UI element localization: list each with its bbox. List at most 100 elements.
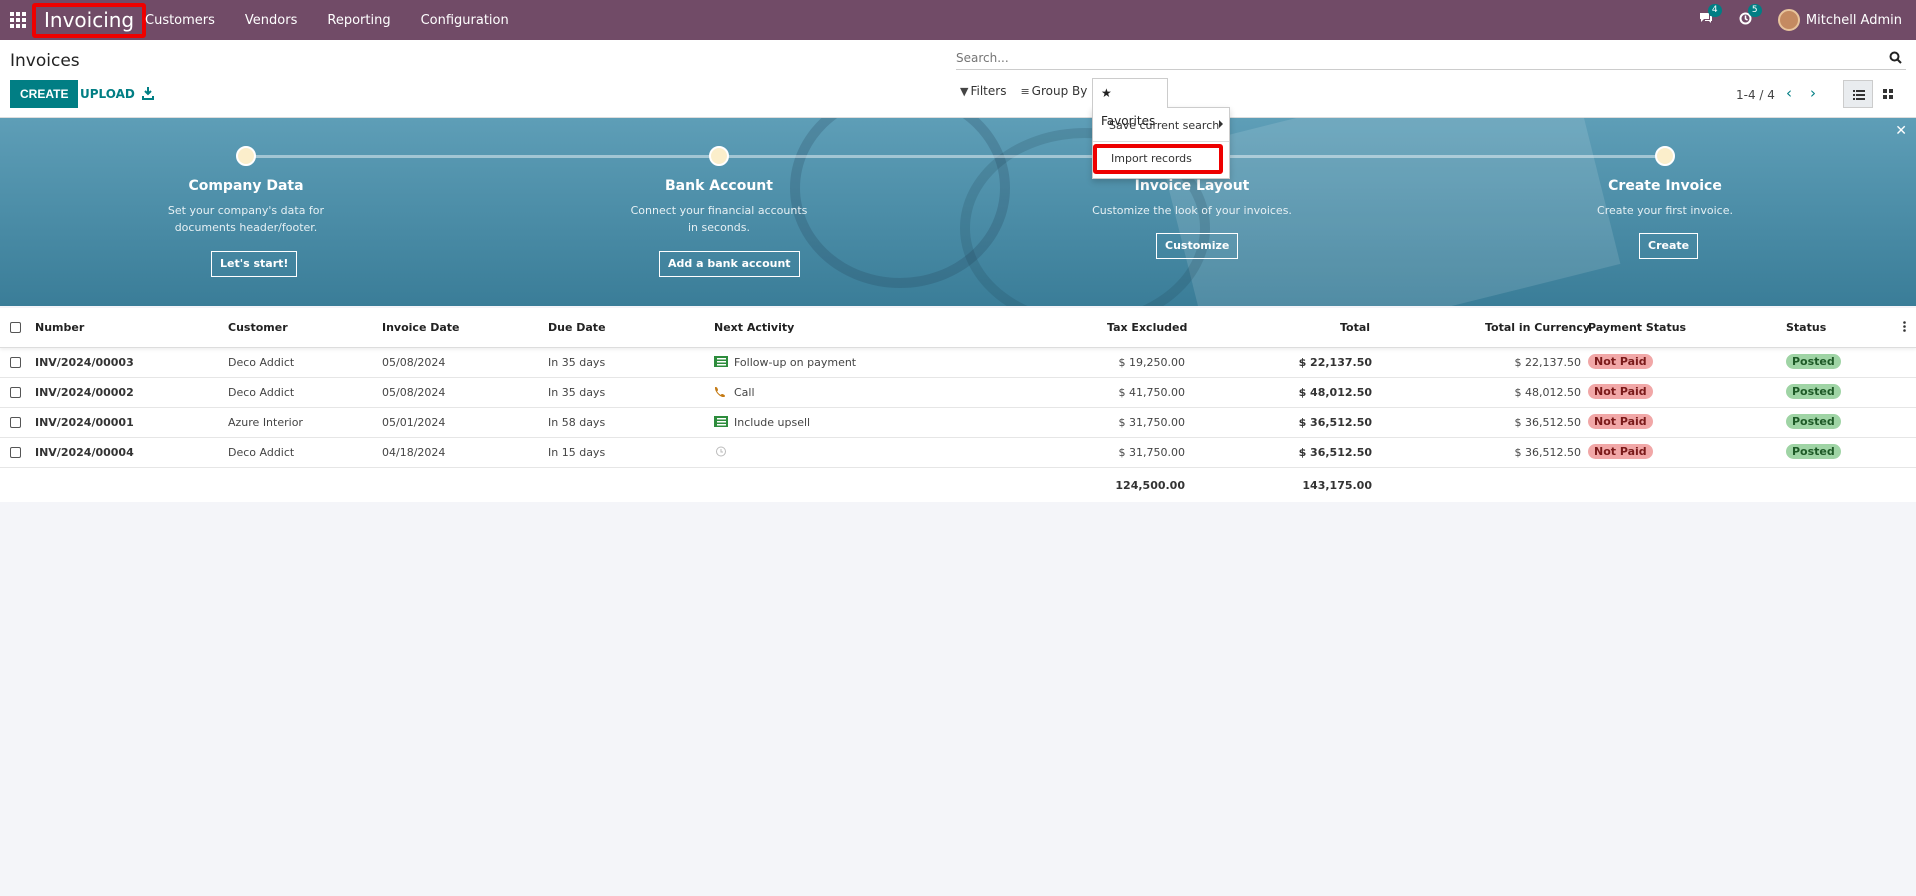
- filter-icon: ▼: [960, 84, 969, 98]
- table-row[interactable]: INV/2024/00002 Deco Addict 05/08/2024 In…: [0, 378, 1916, 408]
- invoice-date: 04/18/2024: [382, 446, 446, 459]
- activities-button[interactable]: 5: [1739, 3, 1762, 29]
- pager-next-icon[interactable]: ›: [1810, 84, 1816, 102]
- invoice-number: INV/2024/00003: [35, 356, 134, 369]
- search-icon[interactable]: [1889, 51, 1902, 64]
- main-menu: Customers Vendors Reporting Configuratio…: [130, 0, 524, 40]
- status-badge: Posted: [1786, 444, 1841, 459]
- menu-reporting[interactable]: Reporting: [327, 13, 390, 28]
- add-bank-account-button[interactable]: Add a bank account: [659, 251, 800, 277]
- total-in-currency: $ 36,512.50: [1514, 416, 1581, 429]
- pager-value[interactable]: 1-4 / 4: [1736, 88, 1775, 102]
- todo-icon: [714, 416, 728, 427]
- due-date: In 35 days: [548, 356, 606, 369]
- column-total[interactable]: Total: [1340, 321, 1370, 334]
- table-row[interactable]: INV/2024/00004 Deco Addict 04/18/2024 In…: [0, 438, 1916, 468]
- menu-vendors[interactable]: Vendors: [245, 13, 297, 28]
- customize-button[interactable]: Customize: [1156, 233, 1239, 259]
- invoice-number: INV/2024/00001: [35, 416, 134, 429]
- kanban-view-button[interactable]: [1873, 80, 1903, 108]
- groupby-button[interactable]: ≡ Group By: [1020, 84, 1087, 98]
- filters-label: Filters: [970, 84, 1007, 98]
- column-total-in-currency[interactable]: Total in Currency: [1485, 321, 1590, 334]
- customer-name: Deco Addict: [228, 446, 295, 459]
- due-date: In 35 days: [548, 386, 606, 399]
- total: $ 22,137.50: [1298, 356, 1372, 369]
- customer-name: Deco Addict: [228, 356, 295, 369]
- column-payment-status[interactable]: Payment Status: [1588, 321, 1686, 334]
- next-activity[interactable]: Follow-up on payment: [714, 356, 856, 369]
- total-sum: 143,175.00: [1302, 479, 1372, 492]
- star-icon: ★: [1101, 86, 1112, 100]
- top-navbar: Invoicing Customers Vendors Reporting Co…: [0, 0, 1916, 40]
- favorites-label: Favorites: [1101, 114, 1156, 128]
- table-row[interactable]: INV/2024/00003 Deco Addict 05/08/2024 In…: [0, 348, 1916, 378]
- row-checkbox[interactable]: [10, 387, 21, 398]
- table-header: Number Customer Invoice Date Due Date Ne…: [0, 308, 1916, 348]
- tax-excluded-sum: 124,500.00: [1115, 479, 1185, 492]
- menu-configuration[interactable]: Configuration: [421, 13, 509, 28]
- select-all-checkbox[interactable]: [10, 322, 21, 333]
- invoice-number: INV/2024/00002: [35, 386, 134, 399]
- search-input[interactable]: [956, 48, 1876, 68]
- invoice-number: INV/2024/00004: [35, 446, 134, 459]
- favorites-button[interactable]: ★ Favorites: [1092, 78, 1168, 128]
- tax-excluded: $ 31,750.00: [1118, 416, 1185, 429]
- row-checkbox[interactable]: [10, 417, 21, 428]
- total-in-currency: $ 22,137.50: [1514, 356, 1581, 369]
- search-bar: [956, 48, 1906, 70]
- user-name[interactable]: Mitchell Admin: [1806, 13, 1902, 28]
- customer-name: Deco Addict: [228, 386, 295, 399]
- step-description: Set your company's data for documents he…: [167, 204, 325, 234]
- column-tax-excluded[interactable]: Tax Excluded: [1107, 321, 1187, 334]
- invoice-list: Number Customer Invoice Date Due Date Ne…: [0, 308, 1916, 502]
- create-invoice-button[interactable]: Create: [1639, 233, 1699, 259]
- pager-previous-icon[interactable]: ‹: [1786, 84, 1792, 102]
- import-records-item[interactable]: Import records: [1093, 144, 1223, 174]
- next-activity[interactable]: [714, 446, 734, 459]
- step-title: Company Data: [188, 178, 304, 194]
- invoice-date: 05/08/2024: [382, 386, 446, 399]
- todo-icon: [714, 356, 728, 367]
- control-panel: Invoices CREATE UPLOAD ▼Filters ≡Group B…: [0, 40, 1916, 128]
- next-activity[interactable]: Include upsell: [714, 416, 810, 429]
- due-date: In 58 days: [548, 416, 606, 429]
- list-view-button[interactable]: [1843, 80, 1873, 108]
- column-number[interactable]: Number: [35, 321, 84, 334]
- search-options: ▼ Filters ≡ Group By: [960, 84, 1101, 98]
- optional-columns-icon[interactable]: [1903, 321, 1906, 332]
- total-in-currency: $ 36,512.50: [1514, 446, 1581, 459]
- filters-button[interactable]: ▼ Filters: [960, 84, 1006, 98]
- status-badge: Posted: [1786, 414, 1841, 429]
- apps-menu-icon[interactable]: [10, 12, 26, 28]
- column-customer[interactable]: Customer: [228, 321, 288, 334]
- create-button[interactable]: CREATE: [10, 80, 79, 108]
- totals-row: 124,500.00 143,175.00: [0, 468, 1916, 502]
- payment-status-badge: Not Paid: [1588, 414, 1653, 429]
- column-next-activity[interactable]: Next Activity: [714, 321, 794, 334]
- menu-customers[interactable]: Customers: [145, 13, 215, 28]
- next-activity[interactable]: Call: [714, 386, 755, 399]
- column-due-date[interactable]: Due Date: [548, 321, 606, 334]
- total-in-currency: $ 48,012.50: [1514, 386, 1581, 399]
- kanban-icon: [1883, 89, 1893, 99]
- column-status[interactable]: Status: [1786, 321, 1826, 334]
- user-avatar[interactable]: [1777, 9, 1800, 31]
- upload-button[interactable]: UPLOAD: [80, 80, 135, 108]
- activities-count-badge: 5: [1747, 3, 1762, 17]
- close-icon[interactable]: ✕: [1895, 123, 1907, 139]
- column-invoice-date[interactable]: Invoice Date: [382, 321, 460, 334]
- due-date: In 15 days: [548, 446, 606, 459]
- total: $ 36,512.50: [1298, 416, 1372, 429]
- clock-icon: [716, 446, 726, 457]
- invoice-date: 05/08/2024: [382, 356, 446, 369]
- payment-status-badge: Not Paid: [1588, 384, 1653, 399]
- messages-button[interactable]: 4: [1699, 4, 1722, 28]
- lets-start-button[interactable]: Let's start!: [211, 251, 298, 277]
- row-checkbox[interactable]: [10, 357, 21, 368]
- page-title: Invoices: [10, 51, 80, 71]
- download-icon[interactable]: [142, 86, 154, 100]
- list-icon: [1853, 90, 1865, 100]
- row-checkbox[interactable]: [10, 447, 21, 458]
- table-row[interactable]: INV/2024/00001 Azure Interior 05/01/2024…: [0, 408, 1916, 438]
